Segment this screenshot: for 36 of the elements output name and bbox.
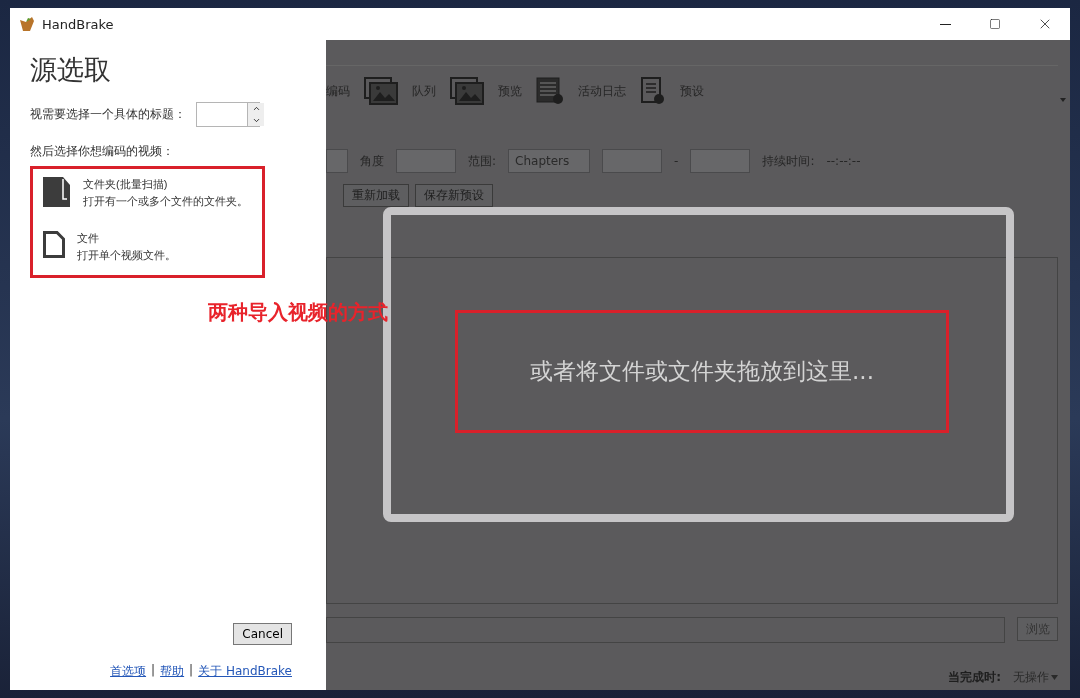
open-file-option[interactable]: 文件 打开单个视频文件。: [43, 231, 256, 263]
link-separator: |: [189, 663, 194, 679]
status-label: 当完成时:: [948, 669, 1001, 686]
file-icon: [43, 231, 65, 258]
footer-link[interactable]: 首选项: [110, 663, 147, 680]
pictures-icon: [364, 77, 398, 105]
minimize-icon: [939, 23, 951, 25]
cancel-button[interactable]: Cancel: [233, 623, 292, 645]
spin-up-button[interactable]: [248, 103, 264, 115]
dropdown[interactable]: Chapters: [508, 149, 591, 173]
setting-label: --:--:--: [826, 154, 861, 168]
action-button[interactable]: 保存新预设: [415, 184, 493, 207]
chevron-icon: [1060, 96, 1066, 104]
dropdown[interactable]: [326, 149, 348, 173]
dropdown[interactable]: [602, 149, 663, 173]
drop-hint: 或者将文件或文件夹拖放到这里...: [530, 357, 874, 386]
window-title: HandBrake: [42, 16, 114, 32]
link-separator: |: [151, 663, 156, 679]
footer-link[interactable]: 帮助: [160, 663, 185, 680]
settings-document-icon: [640, 77, 666, 105]
folder-icon: [43, 177, 71, 207]
title-prompt: 视需要选择一个具体的标题：: [30, 106, 186, 123]
app-logo-icon: [18, 16, 36, 32]
footer-link[interactable]: 关于 HandBrake: [198, 663, 292, 680]
setting-label: -: [674, 154, 679, 168]
maximize-icon: [989, 18, 1001, 30]
action-button[interactable]: 重新加载: [343, 184, 409, 207]
video-prompt: 然后选择你想编码的视频：: [30, 143, 175, 160]
caret-icon: [1051, 675, 1058, 680]
open-folder-option[interactable]: 文件夹(批量扫描) 打开有一个或多个文件的文件夹。: [43, 177, 256, 209]
destination-field[interactable]: [326, 617, 1005, 643]
dropdown[interactable]: [396, 149, 456, 173]
log-icon: [536, 77, 564, 105]
panel-heading: 源选取: [30, 53, 112, 87]
dropdown[interactable]: [690, 149, 751, 173]
pictures-icon: [450, 77, 484, 105]
